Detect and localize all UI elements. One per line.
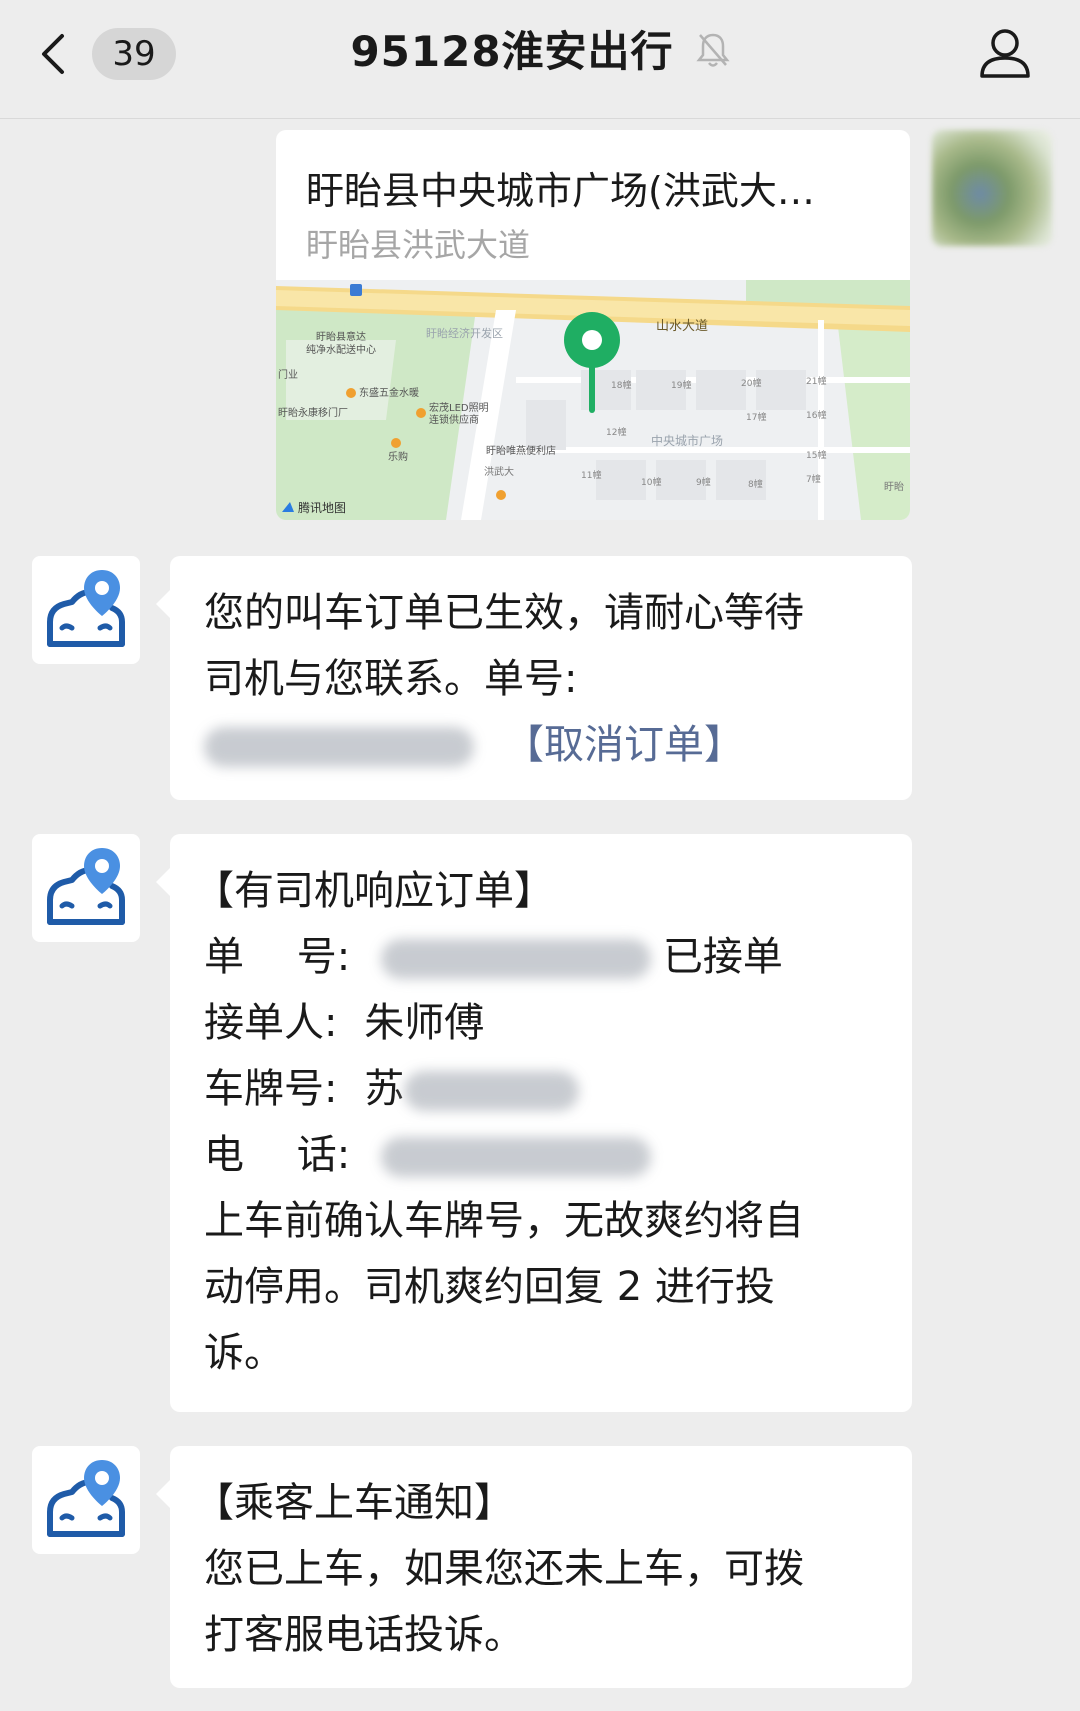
map-label-poi6: 乐购: [388, 450, 408, 463]
person-icon: [980, 29, 1030, 78]
order-row: 单 号: 已接单: [194, 924, 884, 990]
map-label-bldg: 20幢: [741, 377, 761, 389]
map-label-bldg: 15幢: [806, 449, 826, 461]
order-label: 单 号:: [204, 934, 351, 980]
redacted-order-number: [204, 727, 474, 767]
message-heading: 【有司机响应订单】: [194, 868, 554, 914]
map-label-poi5: 宏茂LED照明: [429, 401, 489, 414]
chat-title: 95128淮安出行: [350, 27, 674, 76]
my-avatar[interactable]: [932, 130, 1052, 246]
map-label-road2: 洪武大: [484, 465, 514, 478]
map-label-bldg: 17幢: [746, 411, 766, 423]
location-title: 盱眙县中央城市广场(洪武大…: [306, 169, 815, 213]
driver-row: 接单人: 朱师傅: [194, 990, 884, 1056]
map-label-road: 山水大道: [656, 319, 708, 334]
plate-row: 车牌号: 苏: [194, 1056, 884, 1122]
plate-prefix: 苏: [364, 1066, 405, 1112]
message-text: 打客服电话投诉。: [204, 1612, 524, 1658]
bot-avatar[interactable]: [32, 834, 140, 942]
car-location-icon: [47, 848, 125, 925]
map-label-bldg: 8幢: [748, 478, 763, 490]
plate-label: 车牌号:: [204, 1066, 338, 1112]
map-attribution: 腾讯地图: [298, 500, 346, 515]
message-text: 您的叫车订单已生效，请耐心等待: [204, 590, 804, 636]
map-label-edge: 盱眙: [884, 480, 904, 493]
order-number-row: 【取消订单】: [204, 712, 884, 778]
phone-row: 电 话:: [194, 1122, 884, 1188]
map-label-bldg: 18幢: [611, 379, 631, 391]
redacted-plate-number: [404, 1071, 580, 1111]
message-text: 诉。: [204, 1330, 284, 1376]
car-location-icon: [47, 1460, 125, 1537]
message-text: 动停用。司机爽约回复 2 进行投: [204, 1264, 775, 1310]
map-label-bldg: 19幢: [671, 379, 691, 391]
location-message-card[interactable]: 盱眙县中央城市广场(洪武大… 盱眙县洪武大道 山水大道 盱眙经济开发区 盱眙县意…: [276, 130, 910, 520]
map-label-zone: 盱眙经济开发区: [426, 326, 503, 340]
order-status: 已接单: [662, 934, 783, 980]
message-heading: 【乘客上车通知】: [194, 1480, 514, 1526]
driver-label: 接单人:: [204, 1000, 338, 1046]
location-address: 盱眙县洪武大道: [306, 226, 531, 264]
map-label-poi1: 盱眙县意达: [316, 330, 366, 343]
message-text: 司机与您联系。单号:: [204, 656, 578, 702]
map-label-bldg: 10幢: [641, 476, 661, 488]
driver-name: 朱师傅: [364, 1000, 485, 1046]
chat-header: 39 95128淮安出行: [0, 0, 1080, 119]
message-bubble[interactable]: 【有司机响应订单】 单 号: 已接单 接单人: 朱师傅 车牌号: 苏 电 话: …: [156, 834, 912, 1412]
map-label-bldg: 9幢: [696, 476, 711, 488]
bot-avatar[interactable]: [32, 1446, 140, 1554]
location-map[interactable]: 山水大道 盱眙经济开发区 盱眙县意达 纯净水配送中心 门业 东盛五金水暖 盱眙永…: [276, 280, 910, 520]
message-text: 上车前确认车牌号，无故爽约将自: [204, 1198, 804, 1244]
map-label-poi1b: 纯净水配送中心: [306, 343, 376, 356]
map-label-poi5b: 连锁供应商: [429, 413, 479, 426]
map-label-bldg: 12幢: [606, 426, 626, 438]
map-label-bldg: 11幢: [581, 469, 601, 481]
map-label-poi4: 盱眙永康移门厂: [278, 406, 348, 419]
map-label-bldg: 7幢: [806, 473, 821, 485]
message-bubble[interactable]: 【乘客上车通知】 您已上车，如果您还未上车，可拨 打客服电话投诉。: [156, 1446, 912, 1688]
car-location-icon: [47, 570, 125, 647]
bot-avatar[interactable]: [32, 556, 140, 664]
mute-bell-icon: [695, 23, 730, 87]
message-text: 您已上车，如果您还未上车，可拨: [204, 1546, 804, 1592]
map-label-poi2: 东盛五金水暖: [359, 386, 419, 399]
redacted-order-number: [380, 939, 651, 979]
map-label-poi8: 中央城市广场: [651, 433, 723, 448]
map-label-bldg: 21幢: [806, 375, 826, 387]
profile-button[interactable]: [978, 26, 1032, 84]
phone-label: 电 话:: [204, 1132, 351, 1178]
map-label-poi3: 门业: [278, 368, 298, 381]
cancel-order-link[interactable]: 【取消订单】: [504, 722, 744, 768]
map-label-bldg: 16幢: [806, 409, 826, 421]
map-label-poi7: 盱眙唯燕便利店: [486, 444, 556, 457]
chat-title-area: 95128淮安出行: [0, 20, 1080, 87]
message-bubble[interactable]: 您的叫车订单已生效，请耐心等待 司机与您联系。单号: 【取消订单】: [156, 556, 912, 800]
redacted-phone-number[interactable]: [380, 1137, 651, 1177]
